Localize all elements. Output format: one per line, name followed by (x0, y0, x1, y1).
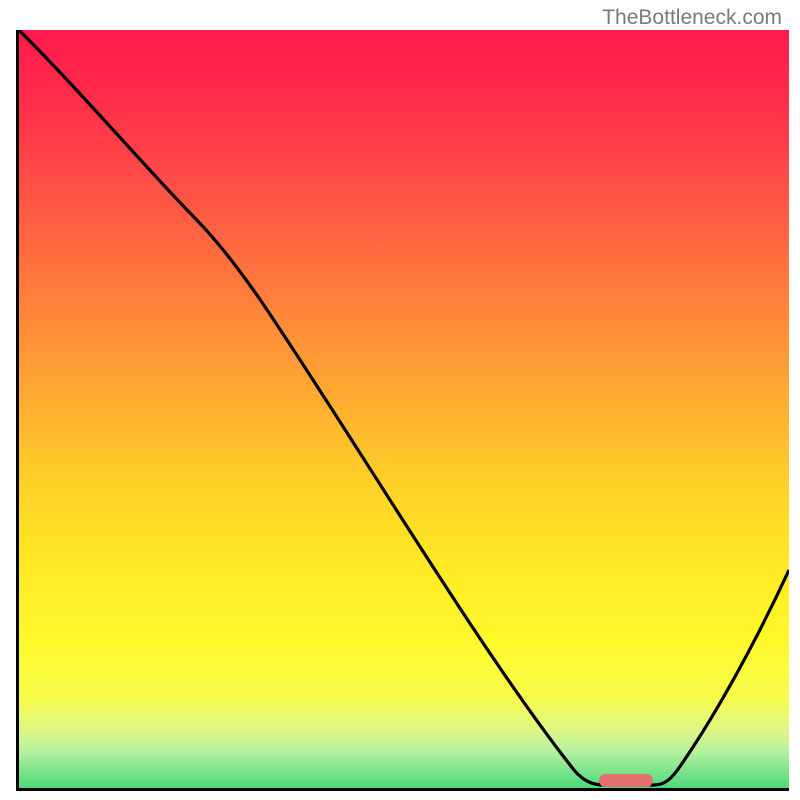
optimal-range-marker (599, 774, 653, 787)
watermark-text: TheBottleneck.com (602, 6, 782, 30)
chart-line-layer (19, 30, 789, 788)
chart-plot-area (16, 30, 789, 791)
bottleneck-curve (19, 30, 789, 785)
